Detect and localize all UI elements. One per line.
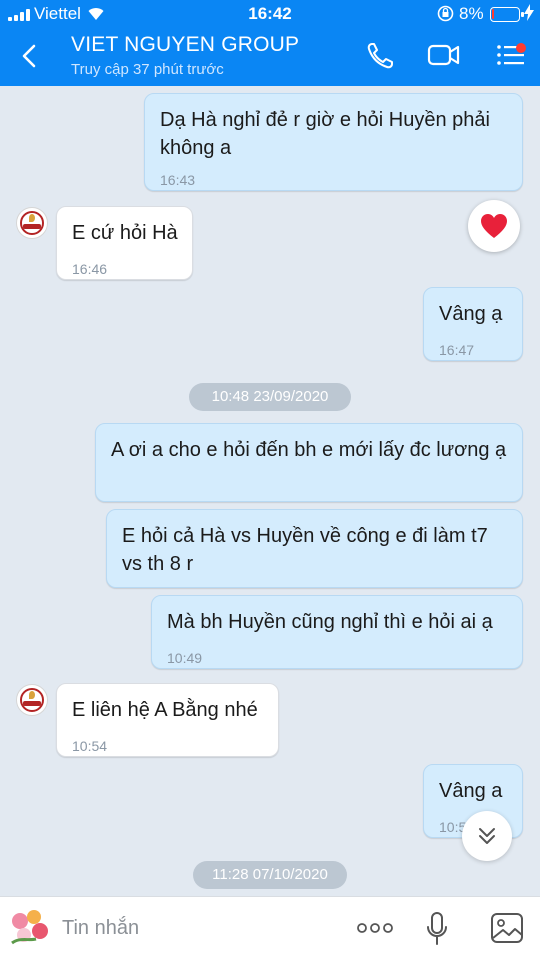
message-time: 16:43 [160,172,196,188]
last-seen-status: Truy cập 37 phút trước [71,61,224,78]
image-gallery-icon[interactable] [490,912,524,944]
message-time: 16:47 [439,342,475,358]
status-bar: Viettel 16:42 8% [0,0,540,28]
battery-icon [490,7,524,22]
message-text: Mà bh Huyền cũng nghỉ thì e hỏi ai ạ [167,611,493,633]
message-time: 16:46 [72,261,108,277]
message-bubble-outgoing[interactable]: Mà bh Huyền cũng nghỉ thì e hỏi ai ạ 10:… [151,595,523,669]
charging-bolt-icon [524,4,534,21]
message-text: Dạ Hà nghỉ đẻ r giờ e hỏi Huyền phải khô… [160,109,490,159]
microphone-icon[interactable] [426,911,448,947]
back-arrow-icon[interactable] [14,40,46,72]
reaction-button[interactable] [468,200,520,252]
message-bubble-outgoing[interactable]: E hỏi cả Hà vs Huyền về công e đi làm t7… [106,509,523,588]
chat-title[interactable]: VIET NGUYEN GROUP [71,33,299,57]
avatar[interactable] [16,207,48,239]
message-bubble-outgoing[interactable]: Dạ Hà nghỉ đẻ r giờ e hỏi Huyền phải khô… [144,93,523,191]
notification-dot [516,43,526,53]
date-separator: 10:48 23/09/2020 [189,383,351,411]
message-text: E cứ hỏi Hà [72,222,178,244]
heart-icon [481,214,507,238]
message-text: E liên hệ A Bằng nhé [72,699,258,721]
phone-call-icon[interactable] [364,40,398,70]
message-input-bar: Tin nhắn [0,896,540,960]
message-text: Vâng a [439,780,503,802]
message-time: 10:49 [167,650,203,666]
more-options-icon[interactable] [357,921,393,935]
message-bubble-outgoing[interactable]: Vâng ạ 16:47 [423,287,523,361]
message-bubble-incoming[interactable]: E liên hệ A Bằng nhé 10:54 [56,683,279,757]
message-text: A ơi a cho e hỏi đến bh e mới lấy đc lươ… [111,439,507,461]
sticker-icon[interactable] [8,907,52,947]
message-bubble-incoming[interactable]: E cứ hỏi Hà 16:46 [56,206,193,280]
double-chevron-down-icon [479,828,495,844]
battery-percent: 8% [459,4,484,23]
message-text: E hỏi cả Hà vs Huyền về công e đi làm t7… [122,525,488,575]
video-call-icon[interactable] [427,40,461,70]
rotation-lock-icon [437,5,454,22]
date-separator: 11:28 07/10/2020 [193,861,347,889]
avatar[interactable] [16,684,48,716]
message-bubble-outgoing[interactable]: A ơi a cho e hỏi đến bh e mới lấy đc lươ… [95,423,523,502]
top-bar: Viettel 16:42 8% VIET NGUYEN GROUP Truy … [0,0,540,86]
message-text: Vâng ạ [439,303,503,325]
scroll-to-bottom-button[interactable] [462,811,512,861]
message-time: 10:54 [72,738,108,754]
message-input[interactable]: Tin nhắn [62,917,139,940]
